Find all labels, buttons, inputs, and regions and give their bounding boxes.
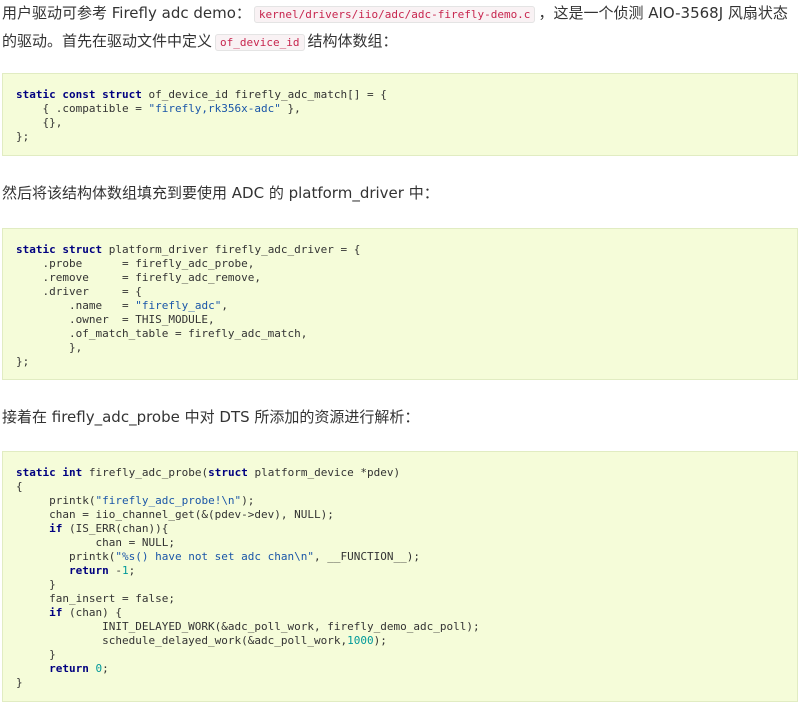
code-line: return -1;	[68, 564, 136, 577]
code-line: static struct platform_driver firefly_ad…	[16, 243, 361, 256]
code-line: },	[16, 341, 83, 354]
intro-paragraph: 用户驱动可参考 Firefly adc demo： kernel/drivers/…	[2, 0, 796, 56]
code-block-probe-function: static int firefly_adc_probe(struct plat…	[2, 451, 798, 702]
code-line: };	[16, 355, 30, 368]
code-line: fan_insert = false;	[16, 592, 175, 605]
code-line: .driver = {	[16, 285, 142, 298]
code-line: { .compatible = "firefly,rk356x-adc" },	[16, 102, 301, 115]
probe-paragraph: 接着在 firefly_adc_probe 中对 DTS 所添加的资源进行解析：	[2, 408, 420, 426]
code-line: if (IS_ERR(chan)){	[49, 522, 169, 535]
code-line: schedule_delayed_work(&adc_poll_work,100…	[16, 634, 387, 647]
code-block-2-text: static struct platform_driver firefly_ad…	[16, 243, 360, 369]
code-line: printk("%s() have not set adc chan\n", _…	[16, 550, 420, 563]
inline-code-file-path: kernel/drivers/iio/adc/adc-firefly-demo.…	[253, 6, 536, 23]
code-line: }	[16, 578, 56, 591]
code-line: chan = NULL;	[16, 536, 175, 549]
code-block-3-text: static int firefly_adc_probe(struct plat…	[16, 466, 480, 690]
code-line: printk("firefly_adc_probe!\n");	[16, 494, 255, 507]
inline-code-of-device-id: of_device_id	[215, 34, 305, 51]
code-line: chan = iio_channel_get(&(pdev->dev), NUL…	[16, 508, 334, 521]
code-line: static int firefly_adc_probe(struct plat…	[16, 466, 401, 479]
platform-driver-paragraph: 然后将该结构体数组填充到要使用 ADC 的 platform_driver 中：	[2, 184, 439, 202]
code-line: {},	[16, 116, 63, 129]
code-line: return 0;	[49, 662, 109, 675]
code-line: .of_match_table = firefly_adc_match,	[16, 327, 308, 340]
code-line: if (chan) {	[49, 606, 122, 619]
code-line: .remove = firefly_adc_remove,	[16, 271, 262, 284]
code-line: .name = "firefly_adc",	[16, 299, 228, 312]
code-block-platform-driver: static struct platform_driver firefly_ad…	[2, 228, 798, 380]
code-line: INIT_DELAYED_WORK(&adc_poll_work, firefl…	[16, 620, 480, 633]
code-block-of-match: static const struct of_device_id firefly…	[2, 73, 798, 156]
intro-text-3: 结构体数组：	[307, 32, 398, 50]
code-line: }	[16, 676, 23, 689]
code-line: .probe = firefly_adc_probe,	[16, 257, 255, 270]
code-line: }	[16, 648, 56, 661]
code-block-1-text: static const struct of_device_id firefly…	[16, 88, 387, 144]
code-line: .owner = THIS_MODULE,	[16, 313, 215, 326]
code-line: {	[16, 480, 23, 493]
code-line: static const struct of_device_id firefly…	[16, 88, 387, 101]
intro-text-1: 用户驱动可参考 Firefly adc demo：	[2, 4, 251, 22]
code-line: };	[16, 130, 30, 143]
